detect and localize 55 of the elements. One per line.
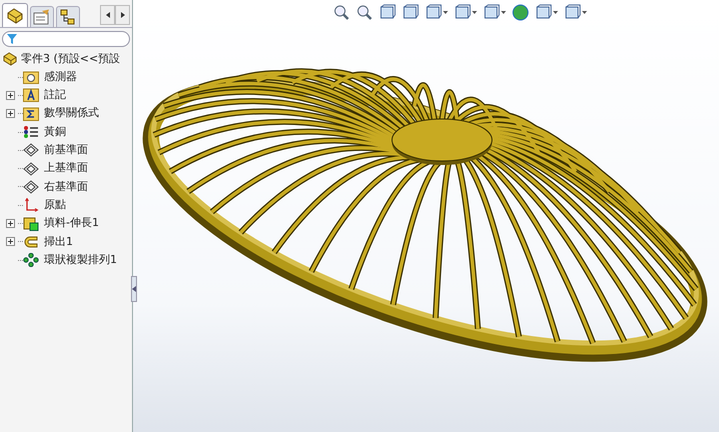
- annotation-folder-icon: [23, 88, 39, 102]
- expand-button[interactable]: [6, 237, 14, 246]
- origin-icon: [23, 198, 39, 212]
- tree-item-label[interactable]: 數學關係式: [44, 105, 99, 122]
- property-sheet-icon: [33, 9, 51, 25]
- configuration-icon: [59, 9, 77, 25]
- plus-icon: [8, 221, 12, 226]
- filter-icon: [7, 34, 17, 44]
- plus-icon: [8, 111, 12, 116]
- scroll-left-button[interactable]: [100, 5, 115, 25]
- tree-item-label[interactable]: 填料-伸長1: [44, 215, 99, 232]
- sensor-folder-icon: [23, 70, 39, 84]
- tree-item-label[interactable]: 零件3 (預設<<預設: [21, 50, 120, 68]
- equation-folder-icon: [23, 106, 39, 121]
- tree-item-label[interactable]: 黃銅: [44, 124, 66, 140]
- caret-icon: [501, 11, 506, 14]
- panel-tab[interactable]: [30, 6, 54, 27]
- tree-item-label[interactable]: 前基準面: [44, 142, 88, 159]
- caret-icon: [443, 11, 448, 14]
- zoom-fit-icon: [333, 4, 350, 21]
- part-tree-icon: [6, 8, 24, 24]
- expand-button[interactable]: [6, 90, 14, 100]
- panel-tab[interactable]: [2, 3, 28, 27]
- caret-icon: [582, 11, 587, 14]
- extrude-feature-icon: [23, 216, 39, 231]
- circular-pattern-icon: [23, 253, 39, 268]
- plane-icon: [23, 180, 39, 194]
- tree-item-label[interactable]: 環狀複製排列1: [44, 252, 117, 268]
- expand-button[interactable]: [6, 219, 14, 228]
- left-arrow-icon: [106, 12, 110, 18]
- expand-button[interactable]: [6, 109, 14, 118]
- zoom-fit-button[interactable]: [333, 4, 350, 21]
- plus-icon: [8, 92, 12, 98]
- zoom-area-icon: [356, 4, 373, 21]
- caret-icon: [553, 11, 558, 14]
- left-arrow-icon: [132, 286, 136, 292]
- caret-icon: [472, 11, 477, 14]
- plane-icon: [23, 162, 39, 176]
- filter-field[interactable]: [2, 31, 130, 47]
- tree-item-label[interactable]: 註記: [44, 87, 66, 104]
- zoom-area-button[interactable]: [356, 4, 373, 21]
- tree-item-label[interactable]: 原點: [44, 196, 66, 214]
- plus-icon: [8, 239, 12, 244]
- part-icon: [2, 52, 18, 66]
- panel-collapse-handle[interactable]: [131, 276, 137, 302]
- tree-item-label[interactable]: 右基準面: [44, 178, 88, 196]
- panel-tab[interactable]: [56, 6, 80, 27]
- material-icon: [23, 125, 39, 140]
- sweep-feature-icon: [23, 234, 39, 249]
- tree-item-label[interactable]: 掃出1: [44, 234, 73, 250]
- right-arrow-icon: [120, 12, 124, 18]
- tree-item-label[interactable]: 上基準面: [44, 160, 88, 177]
- plane-icon: [23, 143, 39, 158]
- tree-item-label[interactable]: 感測器: [44, 68, 77, 86]
- scroll-right-button[interactable]: [115, 5, 130, 25]
